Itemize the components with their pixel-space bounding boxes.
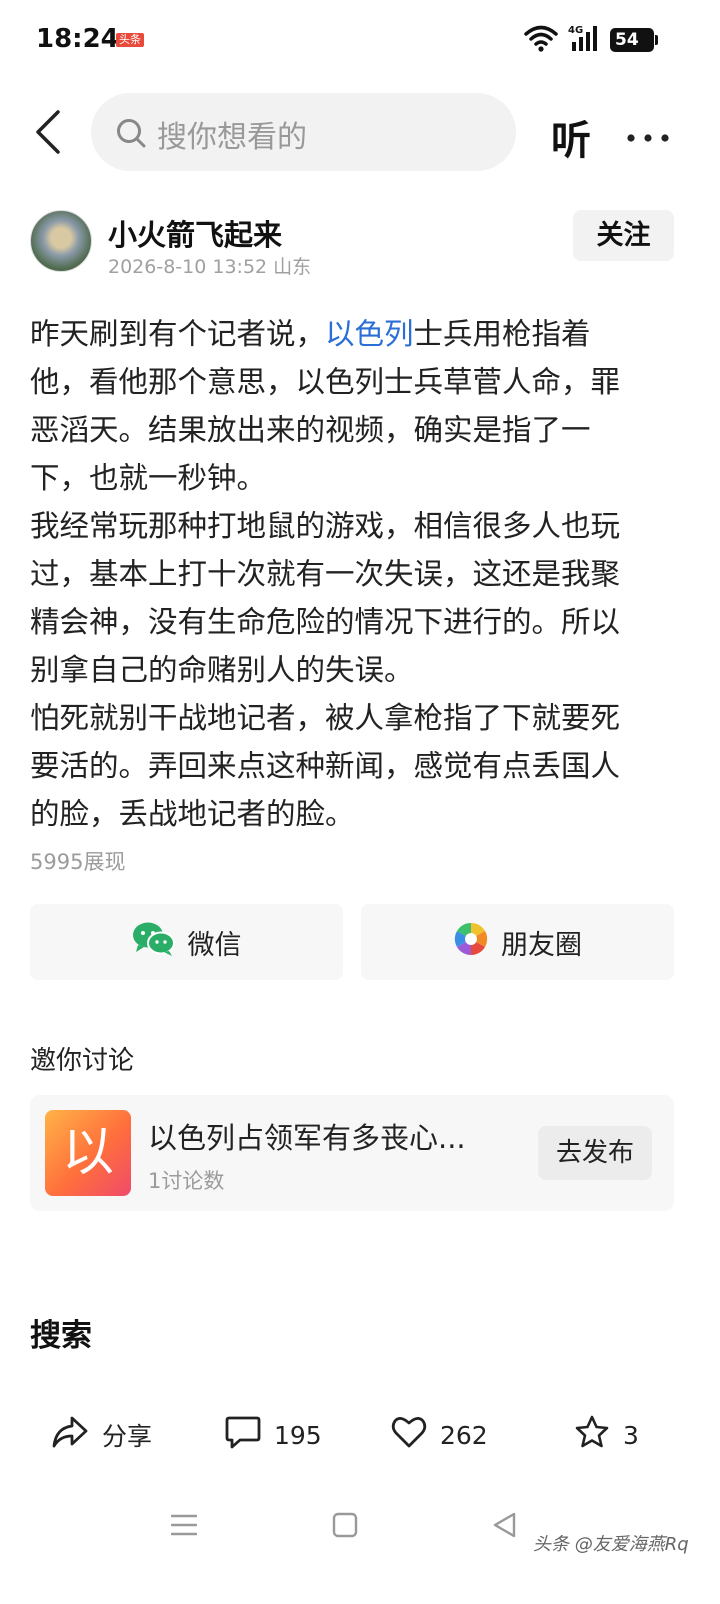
share-label: 分享 bbox=[102, 1422, 153, 1451]
comment-action[interactable]: 195 bbox=[224, 1405, 322, 1465]
post-line: 他，看他那个意思，以色列士兵草菅人命，罪 bbox=[30, 365, 621, 399]
favorite-count: 3 bbox=[623, 1420, 639, 1450]
comment-count: 195 bbox=[274, 1420, 322, 1450]
cellular-signal-icon: 4G bbox=[568, 24, 598, 52]
watermark: 头条 @友爱海燕Rq bbox=[533, 1534, 689, 1555]
discussion-card[interactable]: 以 以色列占领军有多丧心... 1讨论数 去发布 bbox=[30, 1095, 674, 1211]
toutiao-badge: 头条 bbox=[116, 33, 144, 47]
discussion-thumbnail: 以 bbox=[45, 1110, 131, 1196]
like-action[interactable]: 262 bbox=[390, 1405, 488, 1465]
author-header: 小火箭飞起来 2026-8-10 13:52 山东 关注 bbox=[0, 210, 720, 280]
share-moments-label: 朋友圈 bbox=[501, 929, 582, 961]
post-line: 过，基本上打十次就有一次失误，这还是我聚 bbox=[30, 557, 621, 591]
like-count: 262 bbox=[440, 1420, 488, 1450]
author-name[interactable]: 小火箭飞起来 bbox=[108, 212, 282, 254]
avatar[interactable] bbox=[30, 210, 92, 272]
wechat-icon bbox=[132, 921, 176, 964]
post-line: 怕死就别干战地记者，被人拿枪指了下就要死 bbox=[30, 701, 621, 735]
svg-text:4G: 4G bbox=[568, 25, 583, 36]
post-line: 我经常玩那种打地鼠的游戏，相信很多人也玩 bbox=[30, 509, 621, 543]
search-input[interactable]: 搜你想看的 bbox=[91, 93, 516, 171]
discussion-topic[interactable]: 以色列占领军有多丧心... bbox=[148, 1115, 466, 1157]
post-line: 要活的。弄回来点这种新闻，感觉有点丢国人 bbox=[30, 749, 621, 783]
post-meta: 2026-8-10 13:52 山东 bbox=[108, 256, 312, 278]
follow-button[interactable]: 关注 bbox=[573, 210, 674, 261]
post-line: 下，也就一秒钟。 bbox=[30, 461, 267, 495]
share-arrow-icon bbox=[50, 1414, 90, 1456]
wifi-icon bbox=[524, 24, 558, 52]
status-bar: 18:24 头条 4G 54 bbox=[0, 0, 720, 80]
back-triangle-icon[interactable] bbox=[492, 1512, 518, 1542]
topic-link[interactable]: 以色列 bbox=[325, 317, 414, 351]
discussion-count: 1讨论数 bbox=[148, 1169, 225, 1193]
post-line: 昨天刷到有个记者说，以色列士兵用枪指着 bbox=[30, 317, 591, 351]
share-moments-button[interactable]: 朋友圈 bbox=[361, 904, 674, 980]
moments-icon bbox=[453, 921, 489, 964]
share-wechat-label: 微信 bbox=[187, 929, 242, 961]
search-placeholder: 搜你想看的 bbox=[157, 120, 307, 155]
heart-icon bbox=[390, 1414, 428, 1456]
status-time: 18:24 bbox=[36, 24, 119, 54]
star-icon bbox=[573, 1414, 611, 1456]
post-line: 精会神，没有生命危险的情况下进行的。所以 bbox=[30, 605, 621, 639]
discussion-title: 邀你讨论 bbox=[30, 1046, 135, 1076]
back-arrow-icon[interactable] bbox=[30, 110, 70, 154]
more-options-icon[interactable] bbox=[626, 128, 670, 142]
comment-icon bbox=[224, 1414, 262, 1456]
favorite-action[interactable]: 3 bbox=[573, 1405, 639, 1465]
battery-indicator: 54 bbox=[610, 28, 658, 52]
home-icon[interactable] bbox=[332, 1512, 358, 1542]
publish-button[interactable]: 去发布 bbox=[538, 1126, 652, 1180]
search-icon bbox=[115, 117, 147, 149]
listen-button[interactable]: 听 bbox=[551, 108, 591, 166]
top-nav: 搜你想看的 听 bbox=[0, 92, 720, 172]
search-section-title: 搜索 bbox=[30, 1318, 92, 1354]
post-line: 恶滔天。结果放出来的视频，确实是指了一 bbox=[30, 413, 591, 447]
status-icons: 4G bbox=[524, 24, 598, 52]
action-bar: 分享 195 262 3 bbox=[0, 1405, 720, 1465]
post-line: 的脸，丢战地记者的脸。 bbox=[30, 797, 355, 831]
view-count: 5995展现 bbox=[30, 850, 126, 874]
post-line: 别拿自己的命赌别人的失误。 bbox=[30, 653, 414, 687]
share-action[interactable]: 分享 bbox=[50, 1405, 152, 1465]
post-body: 昨天刷到有个记者说，以色列士兵用枪指着 他，看他那个意思，以色列士兵草菅人命，罪… bbox=[30, 310, 670, 838]
menu-icon[interactable] bbox=[170, 1513, 198, 1541]
share-wechat-button[interactable]: 微信 bbox=[30, 904, 343, 980]
